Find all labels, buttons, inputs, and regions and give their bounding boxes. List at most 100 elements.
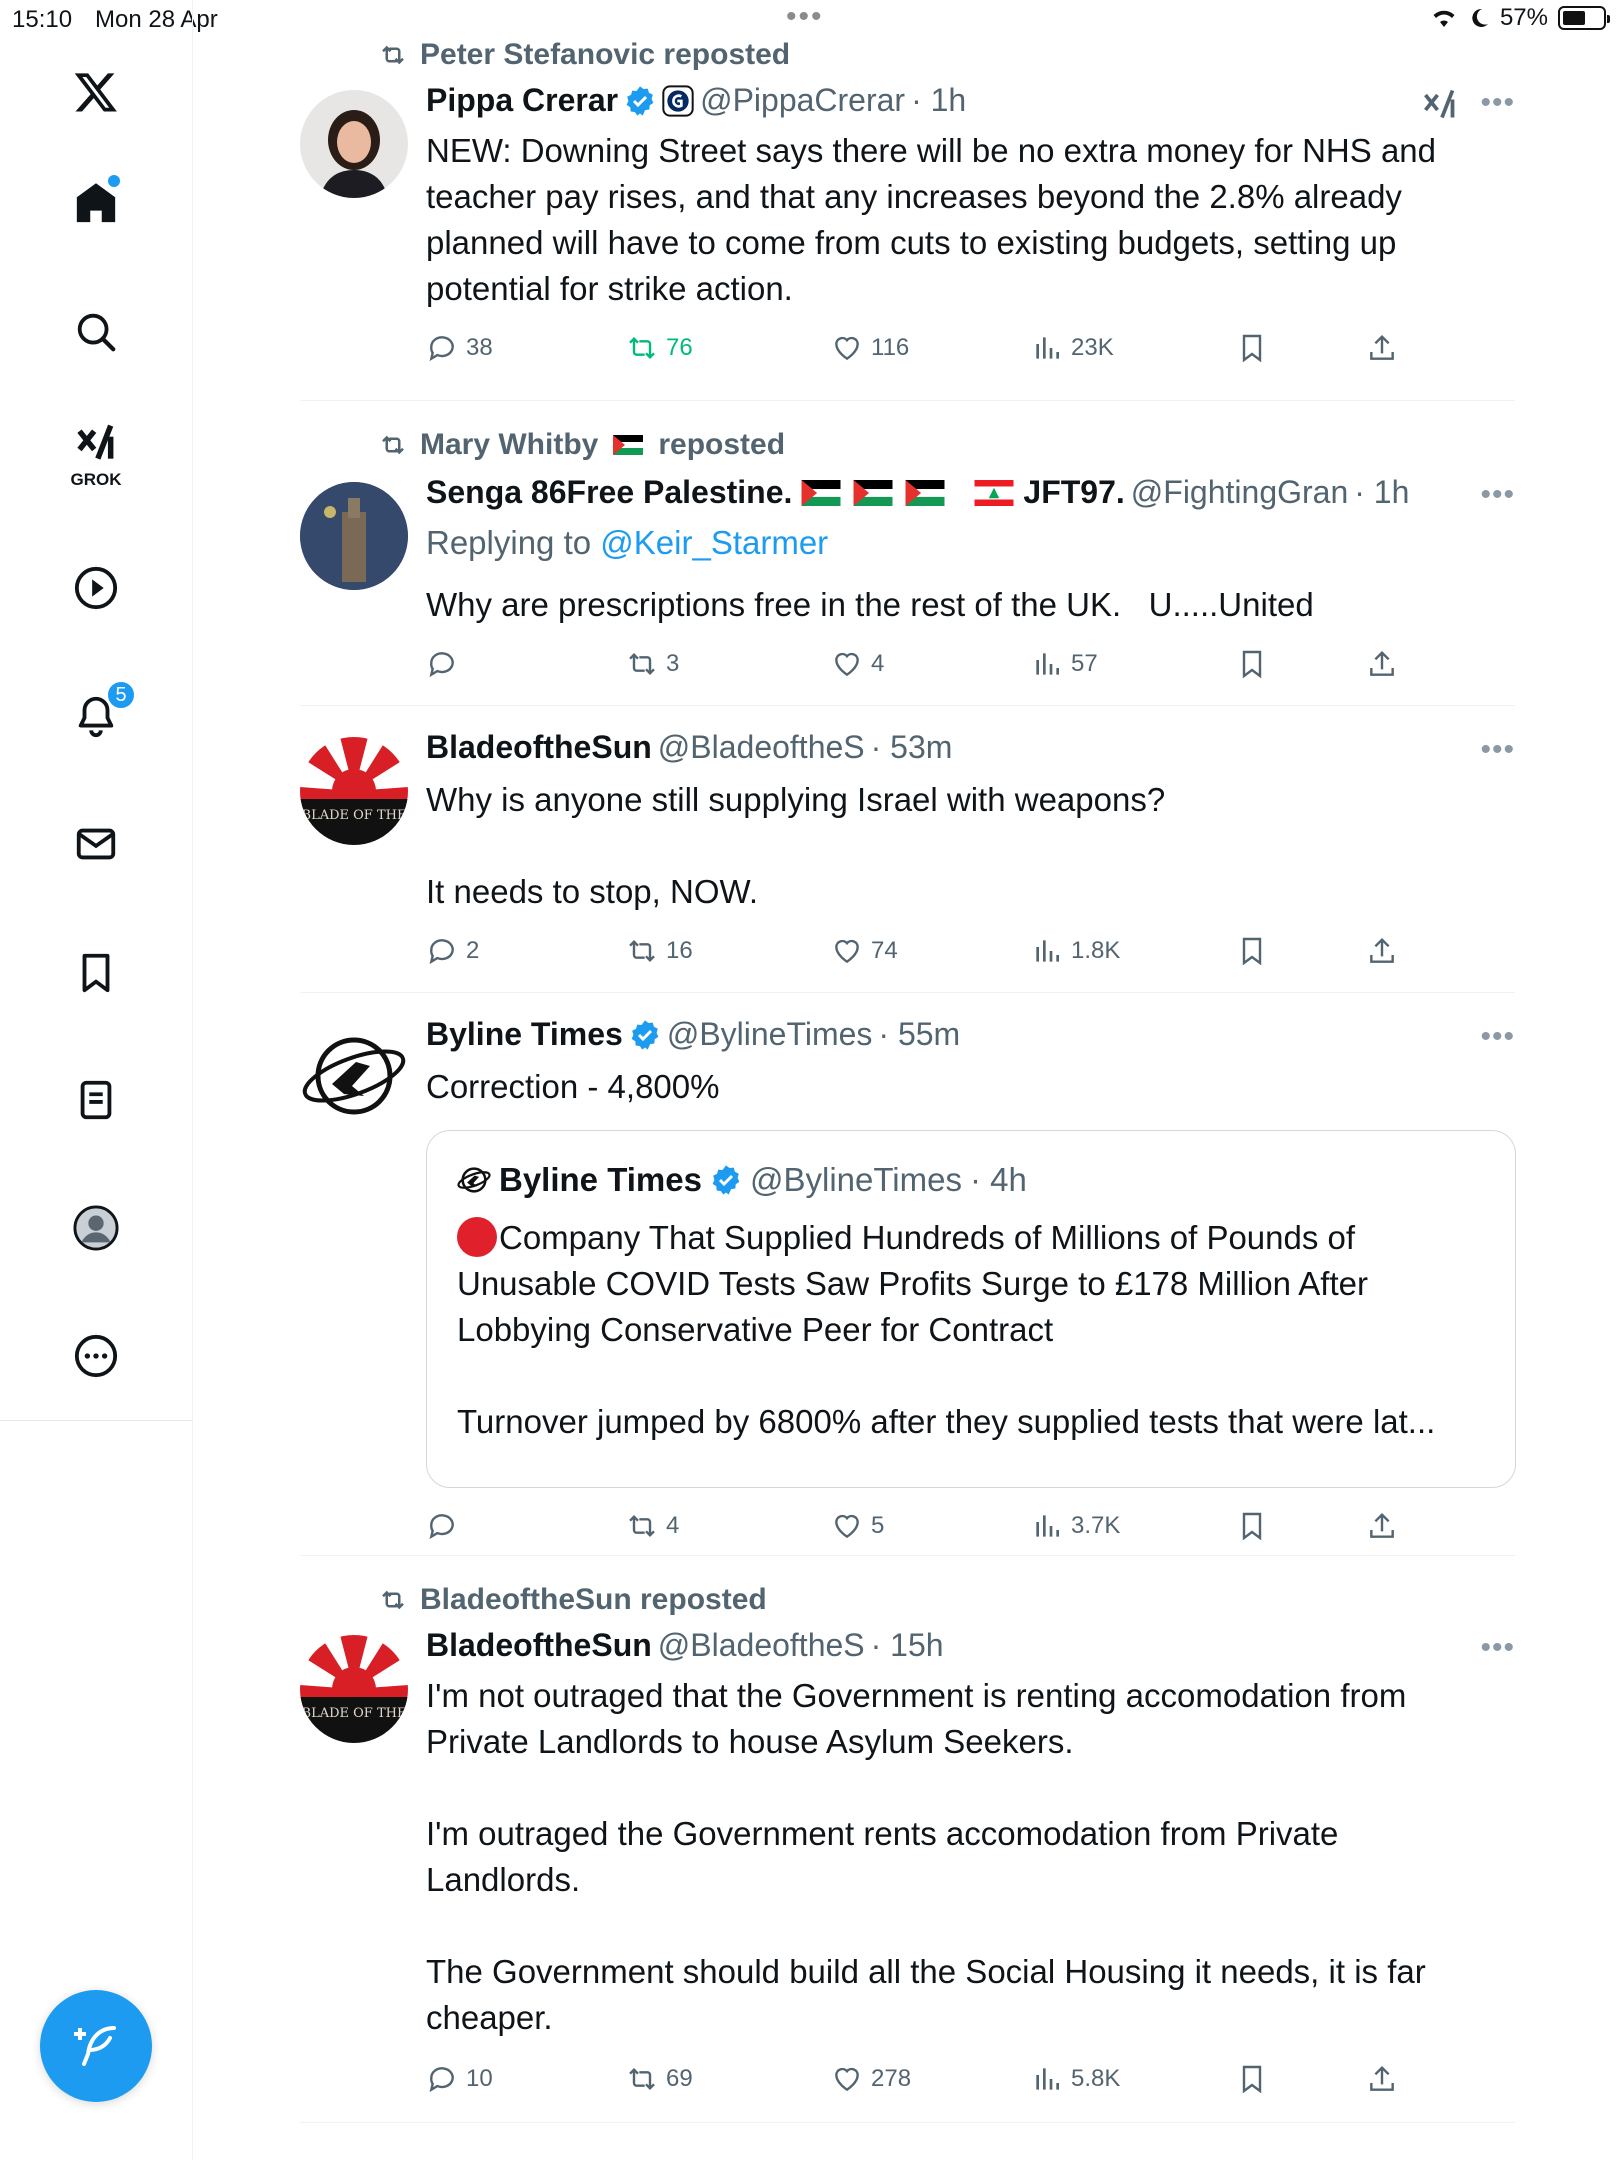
repost-button[interactable]: 3: [626, 648, 679, 680]
avatar[interactable]: [300, 90, 408, 198]
tweet-time[interactable]: · 53m: [871, 729, 953, 766]
reply-button[interactable]: [426, 648, 466, 680]
reply-button[interactable]: [426, 1510, 466, 1542]
sidebar-item-messages[interactable]: [60, 808, 132, 880]
reply-button[interactable]: 38: [426, 332, 493, 364]
tweet-text: I'm not outraged that the Government is …: [426, 1677, 1426, 2036]
sidebar-item-home[interactable]: [60, 167, 132, 239]
sidebar-item-grok[interactable]: GROK: [60, 418, 132, 490]
avatar[interactable]: [300, 482, 408, 590]
tweet-time[interactable]: · 15h: [871, 1627, 944, 1664]
share-button[interactable]: [1366, 332, 1398, 364]
author-name[interactable]: Senga 86Free Palestine.: [426, 474, 792, 511]
repost-icon: [382, 45, 404, 65]
more-options-icon[interactable]: •••: [1480, 733, 1515, 767]
repost-count: 76: [666, 334, 693, 361]
tweet-header: Pippa Crerar @PippaCrerar · 1h: [426, 82, 966, 119]
sidebar-item-video[interactable]: [60, 552, 132, 624]
sidebar-item-more[interactable]: [60, 1320, 132, 1392]
like-button[interactable]: 5: [831, 1510, 884, 1542]
more-options-icon[interactable]: •••: [1480, 86, 1515, 120]
share-button[interactable]: [1366, 648, 1398, 680]
like-button[interactable]: 116: [831, 332, 909, 364]
views-count: 1.8K: [1071, 937, 1121, 964]
multitasking-dots[interactable]: •••: [786, 0, 824, 34]
share-icon: [1370, 2065, 1394, 2091]
views-button[interactable]: 57: [1031, 648, 1098, 680]
sidebar-item-bookmarks[interactable]: [60, 937, 132, 1009]
author-handle[interactable]: @BylineTimes: [667, 1016, 873, 1053]
share-button[interactable]: [1366, 935, 1398, 967]
tweet-time[interactable]: · 1h: [1354, 474, 1409, 511]
avatar[interactable]: [300, 1022, 408, 1130]
repost-icon: [629, 336, 655, 360]
like-button[interactable]: 74: [831, 935, 898, 967]
bookmark-button[interactable]: [1236, 648, 1268, 680]
tweet-header: Senga 86Free Palestine. JFT97. @Fighting…: [426, 474, 1409, 511]
share-button[interactable]: [1366, 1510, 1398, 1542]
views-button[interactable]: 3.7K: [1031, 1510, 1120, 1542]
repost-count: 16: [666, 937, 693, 964]
tweet-time[interactable]: · 1h: [911, 82, 966, 119]
avatar-photo: [300, 90, 408, 198]
share-button[interactable]: [1366, 2063, 1398, 2095]
tweet-header: BladeoftheSun @BladeoftheS · 53m: [426, 729, 952, 766]
sidebar-item-notifications[interactable]: 5: [60, 680, 136, 752]
more-options-icon[interactable]: •••: [1480, 478, 1515, 512]
tweet-actions: 2 16 74 1.8K: [426, 935, 1426, 975]
author-name[interactable]: BladeoftheSun: [426, 1627, 652, 1664]
author-handle[interactable]: @BladeoftheS: [658, 729, 865, 766]
author-handle[interactable]: @BladeoftheS: [658, 1627, 865, 1664]
share-icon: [1370, 937, 1394, 963]
x-logo[interactable]: [60, 56, 132, 128]
sidebar-item-explore[interactable]: [60, 296, 132, 368]
avatar-rising-sun: BLADE OF THE: [300, 1635, 408, 1743]
repost-context: BladeoftheSun reposted: [378, 1583, 767, 1617]
views-button[interactable]: 5.8K: [1031, 2063, 1120, 2095]
replying-to-handle[interactable]: @Keir_Starmer: [600, 524, 828, 561]
author-name[interactable]: Pippa Crerar: [426, 82, 618, 119]
repost-count: 69: [666, 2065, 693, 2092]
bookmark-button[interactable]: [1236, 332, 1268, 364]
reply-button[interactable]: 2: [426, 935, 479, 967]
palestine-flag-icon: [853, 479, 893, 506]
like-button[interactable]: 278: [831, 2063, 911, 2095]
author-name[interactable]: BladeoftheSun: [426, 729, 652, 766]
views-button[interactable]: 23K: [1031, 332, 1114, 364]
list-icon: [80, 1080, 112, 1120]
byline-logo-small: [457, 1167, 491, 1193]
repost-button[interactable]: 76: [626, 332, 693, 364]
reply-button[interactable]: 10: [426, 2063, 493, 2095]
bookmark-icon: [1242, 334, 1262, 363]
more-options-icon[interactable]: •••: [1480, 1020, 1515, 1054]
sidebar-item-profile[interactable]: [60, 1192, 132, 1264]
author-name[interactable]: Byline Times: [426, 1016, 623, 1053]
author-handle[interactable]: @FightingGran: [1131, 474, 1348, 511]
search-icon: [77, 313, 116, 352]
share-icon: [1370, 334, 1394, 360]
author-name-suffix[interactable]: JFT97.: [1023, 474, 1124, 511]
compose-post-button[interactable]: [40, 1990, 152, 2102]
heart-icon: [835, 1514, 859, 1539]
grok-explain-icon[interactable]: [1421, 86, 1457, 122]
more-options-icon[interactable]: •••: [1480, 1631, 1515, 1665]
wifi-icon: [1433, 10, 1455, 27]
repost-icon: [382, 435, 404, 455]
repost-button[interactable]: 69: [626, 2063, 693, 2095]
quoted-tweet[interactable]: Byline Times @BylineTimes · 4h Company T…: [426, 1130, 1516, 1488]
bookmark-button[interactable]: [1236, 1510, 1268, 1542]
sidebar-item-lists[interactable]: [60, 1064, 132, 1136]
author-handle[interactable]: @PippaCrerar: [700, 82, 905, 119]
views-button[interactable]: 1.8K: [1031, 935, 1120, 967]
repost-button[interactable]: 16: [626, 935, 693, 967]
tweet-time[interactable]: · 55m: [878, 1016, 960, 1053]
like-count: 4: [871, 650, 885, 677]
bookmark-button[interactable]: [1236, 935, 1268, 967]
quoted-tweet-time: · 4h: [969, 1161, 1027, 1198]
avatar[interactable]: BLADE OF THE: [300, 737, 408, 845]
bookmark-button[interactable]: [1236, 2063, 1268, 2095]
repost-button[interactable]: 4: [626, 1510, 679, 1542]
like-button[interactable]: 4: [831, 648, 884, 680]
avatar[interactable]: BLADE OF THE: [300, 1635, 408, 1743]
repost-icon: [629, 939, 655, 963]
